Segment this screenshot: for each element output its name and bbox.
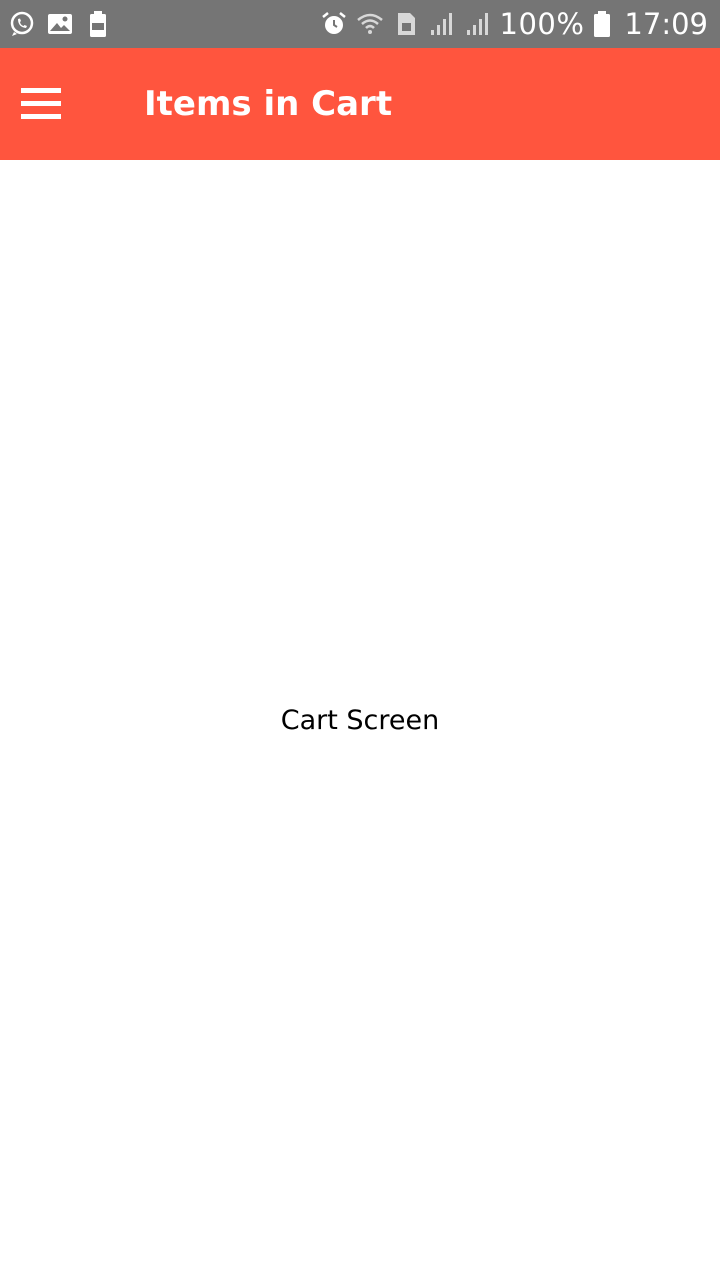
cart-screen-label: Cart Screen	[280, 705, 440, 736]
app-bar: Items in Cart	[0, 48, 720, 160]
whatsapp-icon	[8, 10, 36, 38]
signal-icon	[464, 10, 492, 38]
status-bar: 100% 17:09	[0, 0, 720, 48]
wifi-icon	[356, 10, 384, 38]
main-content: Cart Screen	[0, 160, 720, 1280]
sim-icon	[392, 10, 420, 38]
alarm-icon	[320, 10, 348, 38]
battery-percent: 100%	[499, 7, 585, 41]
clock: 17:09	[624, 7, 708, 41]
status-bar-left-icons	[8, 8, 112, 40]
hamburger-menu-icon	[21, 86, 61, 122]
battery-saver-icon	[84, 10, 112, 38]
status-bar-right-icons: 100% 17:09	[320, 0, 708, 48]
menu-button[interactable]	[12, 76, 70, 132]
battery-icon	[592, 10, 612, 38]
signal-icon	[428, 10, 456, 38]
image-icon	[46, 10, 74, 38]
page-title: Items in Cart	[144, 84, 393, 124]
